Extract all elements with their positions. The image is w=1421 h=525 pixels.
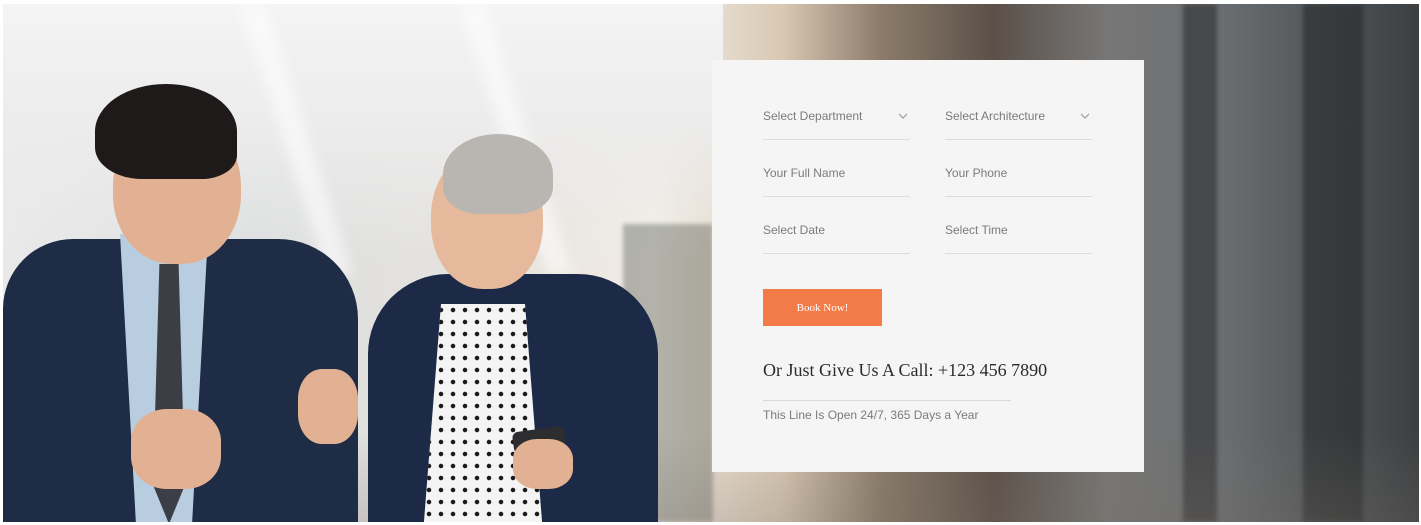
full-name-field[interactable]: Your Full Name <box>763 156 910 197</box>
woman-hand <box>513 439 573 489</box>
architecture-select-value: Select Architecture <box>945 109 1046 123</box>
hero-background-photo <box>3 4 1419 522</box>
woman-hair <box>443 134 553 214</box>
man-hair <box>95 84 237 179</box>
man-hand <box>298 369 358 444</box>
man-figure <box>3 74 363 522</box>
full-name-placeholder: Your Full Name <box>763 166 846 180</box>
woman-figure <box>363 129 663 522</box>
architecture-select[interactable]: Select Architecture <box>945 99 1092 140</box>
woman-blouse <box>423 304 543 522</box>
divider <box>763 400 1011 401</box>
time-placeholder: Select Time <box>945 223 1008 237</box>
date-placeholder: Select Date <box>763 223 826 237</box>
date-field[interactable]: Select Date <box>763 213 910 254</box>
chevron-down-icon <box>1080 113 1090 119</box>
man-hand <box>131 409 221 489</box>
phone-placeholder: Your Phone <box>945 166 1008 180</box>
appointment-form-card: Select Department Select Architecture Yo… <box>712 60 1144 472</box>
chevron-down-icon <box>898 113 908 119</box>
phone-field[interactable]: Your Phone <box>945 156 1092 197</box>
availability-note: This Line Is Open 24/7, 365 Days a Year <box>763 408 979 422</box>
book-now-button[interactable]: Book Now! <box>763 289 882 326</box>
department-select-value: Select Department <box>763 109 863 123</box>
time-field[interactable]: Select Time <box>945 213 1092 254</box>
call-us-heading: Or Just Give Us A Call: +123 456 7890 <box>763 360 1048 380</box>
department-select[interactable]: Select Department <box>763 99 910 140</box>
